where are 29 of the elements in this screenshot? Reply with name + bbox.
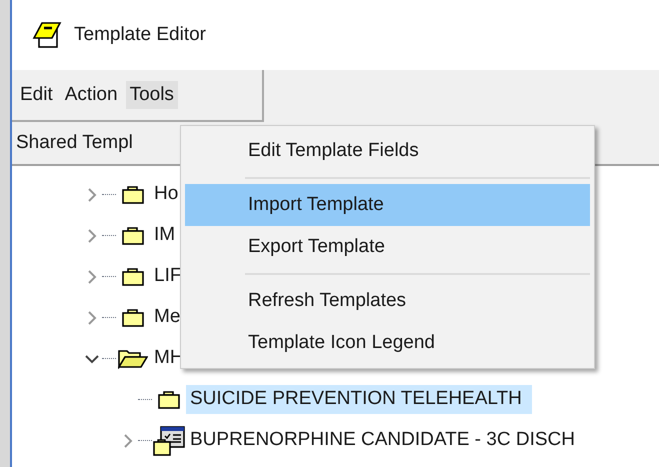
menu-option[interactable]: Export Template <box>185 226 590 268</box>
tree-item[interactable]: Ho <box>150 180 182 209</box>
form-folder-icon <box>153 426 185 456</box>
tree-item[interactable]: Me <box>150 303 184 332</box>
folder-icon <box>158 390 180 410</box>
expand-chevron-icon[interactable] <box>87 228 97 242</box>
tree-item[interactable]: IM <box>150 221 180 250</box>
window-title: Template Editor <box>74 22 206 47</box>
folder-icon <box>122 266 144 286</box>
expand-chevron-icon[interactable] <box>87 310 97 324</box>
menu-item[interactable]: Action <box>60 80 122 110</box>
notepad-icon <box>32 21 62 49</box>
expand-chevron-icon[interactable] <box>87 188 97 202</box>
menu-option[interactable]: Import Template <box>185 184 590 226</box>
menu-option[interactable]: Template Icon Legend <box>185 322 590 364</box>
collapse-chevron-icon[interactable] <box>85 354 99 364</box>
tree-item[interactable]: BUPRENORPHINE CANDIDATE - 3C DISCH <box>186 426 579 455</box>
menu-item[interactable]: Tools <box>126 80 178 110</box>
open-folder-icon <box>118 348 148 368</box>
folder-icon <box>122 226 144 246</box>
folder-icon <box>122 308 144 328</box>
expand-chevron-icon[interactable] <box>123 434 133 448</box>
panel-header: Shared Templ <box>16 130 133 155</box>
menu-item[interactable]: Edit <box>16 80 57 110</box>
menu-option[interactable]: Edit Template Fields <box>185 130 590 172</box>
tree-item[interactable]: SUICIDE PREVENTION TELEHEALTH <box>186 385 532 414</box>
folder-icon <box>122 184 144 204</box>
menu-option[interactable]: Refresh Templates <box>185 280 590 322</box>
expand-chevron-icon[interactable] <box>87 270 97 284</box>
